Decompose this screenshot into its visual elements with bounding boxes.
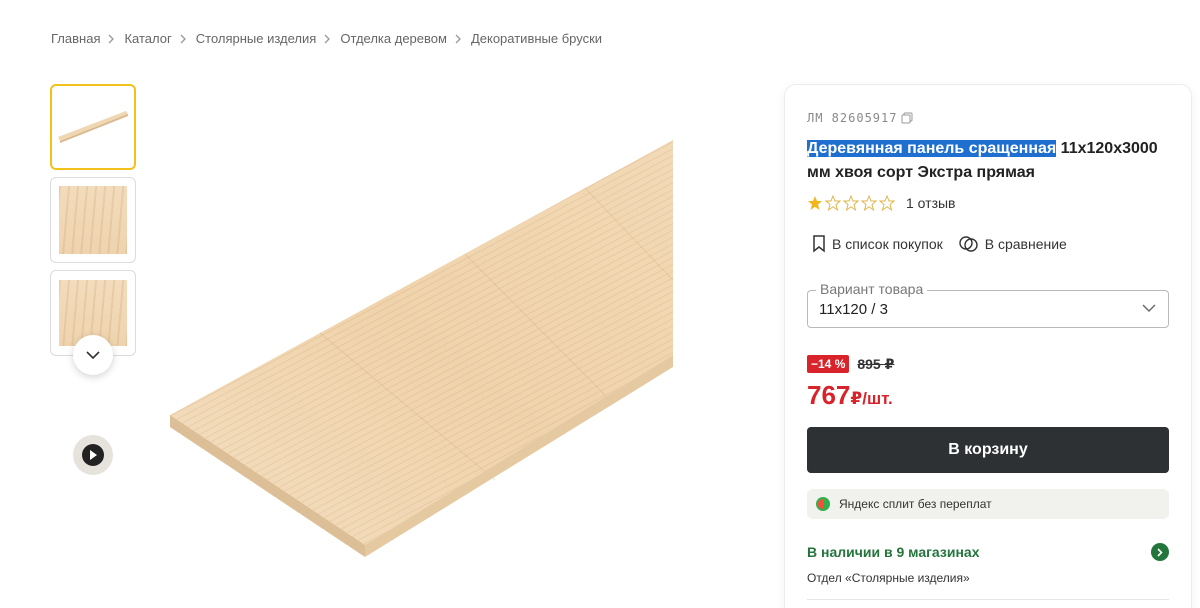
- split-text: Яндекс сплит без переплат: [839, 497, 992, 511]
- add-to-compare-button[interactable]: В сравнение: [959, 235, 1067, 253]
- stock-text: В наличии в 9 магазинах: [807, 544, 980, 560]
- chevron-down-icon: [86, 350, 100, 359]
- breadcrumb: Главная Каталог Столярные изделия Отделк…: [51, 31, 602, 46]
- price-value: 767: [807, 380, 851, 410]
- divider: [807, 599, 1169, 600]
- yandex-split-logo-icon: [816, 497, 830, 511]
- rating-stars: [807, 195, 897, 211]
- product-sku: ЛМ 82605917: [807, 111, 913, 125]
- breadcrumb-decorative-bars[interactable]: Декоративные бруски: [471, 31, 602, 46]
- compare-icon: [959, 236, 978, 252]
- board-thumbnail-image: [58, 111, 128, 143]
- add-to-shopping-list-button[interactable]: В список покупок: [812, 235, 943, 253]
- variant-select[interactable]: Вариант товара 11x120 / 3: [807, 281, 1169, 328]
- star-empty-icon: [861, 195, 877, 211]
- breadcrumb-home[interactable]: Главная: [51, 31, 100, 46]
- chevron-down-icon: [1142, 304, 1156, 312]
- chevron-right-icon: [324, 33, 332, 45]
- stock-availability[interactable]: В наличии в 9 магазинах: [807, 543, 1169, 561]
- discount-badge: −14 %: [807, 355, 850, 373]
- star-empty-icon: [825, 195, 841, 211]
- breadcrumb-wood-finishing[interactable]: Отделка деревом: [340, 31, 447, 46]
- variant-value: 11x120 / 3: [819, 301, 888, 318]
- chevron-right-icon: [180, 33, 188, 45]
- bookmark-icon: [813, 235, 825, 253]
- star-empty-icon: [843, 195, 859, 211]
- variant-label: Вариант товара: [816, 281, 928, 297]
- old-price: 895 ₽: [857, 355, 895, 372]
- add-to-cart-button[interactable]: В корзину: [807, 427, 1169, 473]
- chevron-right-icon: [455, 33, 463, 45]
- product-rating[interactable]: 1 отзыв: [807, 195, 956, 211]
- yandex-split-banner[interactable]: Яндекс сплит без переплат: [807, 489, 1169, 519]
- thumbnail-1[interactable]: [50, 84, 136, 170]
- reviews-link[interactable]: 1 отзыв: [906, 195, 956, 211]
- price-unit: ₽/шт.: [850, 389, 893, 408]
- shopping-list-label: В список покупок: [832, 236, 943, 252]
- thumbnail-gallery: [50, 84, 136, 363]
- thumbnail-2[interactable]: [50, 177, 136, 263]
- product-actions: В список покупок В сравнение: [812, 235, 1083, 253]
- star-filled-icon: [808, 196, 822, 210]
- video-play-button[interactable]: [73, 435, 113, 475]
- breadcrumb-catalog[interactable]: Каталог: [124, 31, 171, 46]
- play-icon: [82, 444, 104, 466]
- department-text: Отдел «Столярные изделия»: [807, 571, 970, 585]
- discount-row: −14 % 895 ₽: [807, 355, 894, 373]
- copy-icon[interactable]: [901, 112, 913, 124]
- chevron-right-icon: [108, 33, 116, 45]
- sku-text: ЛМ 82605917: [807, 111, 898, 125]
- thumbnails-scroll-down-button[interactable]: [73, 335, 113, 375]
- wood-texture-image: [59, 186, 127, 254]
- current-price: 767₽/шт.: [807, 380, 893, 411]
- star-empty-icon: [879, 195, 895, 211]
- breadcrumb-joinery[interactable]: Столярные изделия: [196, 31, 317, 46]
- product-card: ЛМ 82605917 Деревянная панель сращенная …: [784, 84, 1192, 608]
- compare-label: В сравнение: [984, 236, 1067, 252]
- product-main-image[interactable]: [165, 130, 677, 560]
- product-title: Деревянная панель сращенная 11х120х3000 …: [807, 137, 1177, 185]
- title-highlighted: Деревянная панель сращенная: [807, 140, 1057, 157]
- chevron-right-icon[interactable]: [1151, 543, 1169, 561]
